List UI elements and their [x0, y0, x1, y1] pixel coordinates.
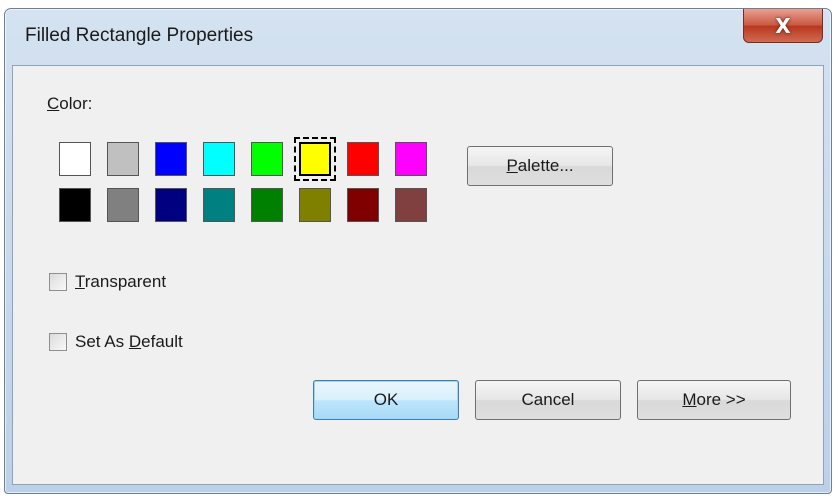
ok-button-label: OK [373, 390, 399, 409]
color-swatch-yellow[interactable] [294, 137, 336, 181]
color-swatch-gray[interactable] [107, 188, 139, 222]
close-button[interactable]: X [743, 9, 823, 43]
color-swatch-magenta[interactable] [395, 142, 427, 176]
more-button[interactable]: More >> [637, 380, 791, 420]
color-swatch-cyan[interactable] [203, 142, 235, 176]
color-swatch-blue[interactable] [155, 142, 187, 176]
set-as-default-checkbox[interactable] [49, 333, 67, 351]
color-label: Color: [47, 94, 93, 113]
cancel-button-label: Cancel [521, 390, 575, 409]
color-swatch-navy[interactable] [155, 188, 187, 222]
color-swatch-white[interactable] [59, 142, 91, 176]
color-swatch-silver[interactable] [107, 142, 139, 176]
color-swatch-teal[interactable] [203, 188, 235, 222]
more-button-label: More >> [682, 390, 746, 409]
color-swatch-green[interactable] [251, 188, 283, 222]
set-as-default-label: Set As Default [75, 332, 183, 351]
color-swatch-red[interactable] [347, 142, 379, 176]
color-swatch-lime[interactable] [251, 142, 283, 176]
dialog-title: Filled Rectangle Properties [25, 25, 254, 46]
transparent-checkbox-row[interactable]: Transparent [49, 272, 166, 292]
cancel-button[interactable]: Cancel [475, 380, 621, 420]
dialog-client-area: Color: Palette... Transparent Set As Def… [12, 65, 824, 485]
close-icon: X [775, 13, 791, 38]
transparent-label: Transparent [75, 272, 167, 291]
palette-button-label: Palette... [506, 156, 574, 175]
ok-button[interactable]: OK [313, 380, 459, 420]
palette-button[interactable]: Palette... [467, 146, 613, 186]
set-as-default-checkbox-row[interactable]: Set As Default [49, 332, 183, 352]
color-swatch-brown[interactable] [395, 188, 427, 222]
transparent-checkbox[interactable] [49, 273, 67, 291]
color-swatch-maroon[interactable] [347, 188, 379, 222]
dialog-window: Filled Rectangle Properties X Color: Pal… [4, 8, 832, 494]
color-swatch-olive[interactable] [299, 188, 331, 222]
color-swatch-black[interactable] [59, 188, 91, 222]
